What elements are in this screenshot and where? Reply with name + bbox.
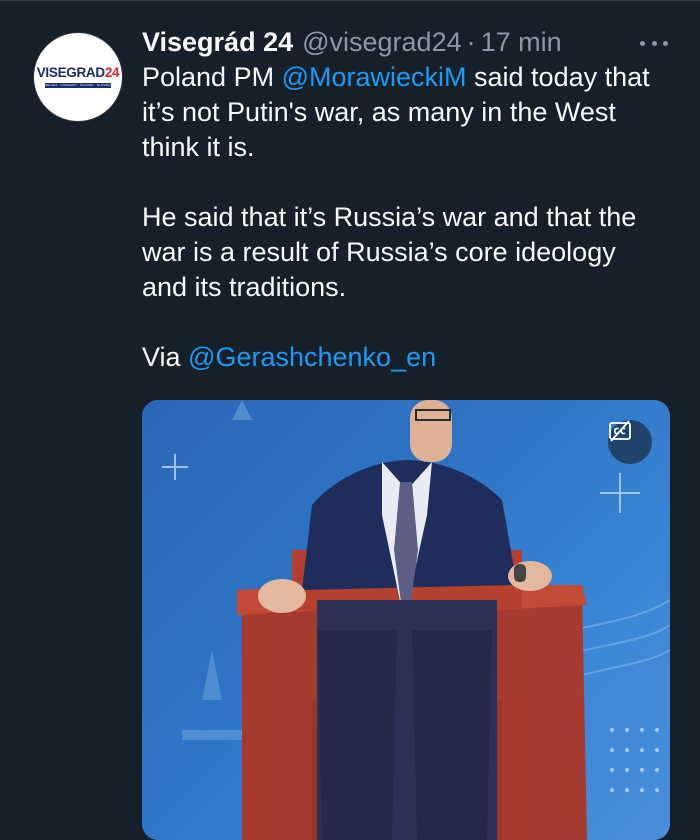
tweet[interactable]: VISEGRAD24 CZECHIA · HUNGARY · POLAND · … [0,0,700,840]
stage-logo-silhouette [182,650,242,740]
tweet-line: war is a result of Russia’s core ideolog… [142,237,616,267]
stage-dots [610,728,659,792]
video-player[interactable] [142,400,670,840]
mention-morawieckim[interactable]: @MorawieckiM [282,62,467,92]
more-dot [640,40,645,46]
more-dot [663,40,668,46]
avatar-logo-strip: CZECHIA · HUNGARY · POLAND · SLOVAKIA [42,83,114,88]
user-handle[interactable]: @visegrad24 [302,27,462,58]
avatar-logo-strip-text: CZECHIA · HUNGARY · POLAND · SLOVAKIA [42,83,114,87]
avatar-logo: VISEGRAD24 [37,66,120,80]
more-dot [651,40,657,46]
tweet-line: Poland PM @MorawieckiM said today that [142,60,682,95]
mention-gerashchenko-en[interactable]: @Gerashchenko_en [188,342,436,372]
tweet-line: it’s not Putin's war, as many in the Wes… [142,97,616,127]
via-prefix: Via [142,342,189,372]
tweet-line: and its traditions. [142,272,347,302]
tweet-line: Via @Gerashchenko_en [142,340,682,375]
tweet-line-1-suffix: said today that [466,62,650,92]
avatar[interactable]: VISEGRAD24 CZECHIA · HUNGARY · POLAND · … [33,32,123,122]
separator-dot: · [466,26,476,57]
video-frame [162,400,670,840]
avatar-logo-main: VISEGRAD [36,65,105,80]
stage-logo-silhouette [232,400,252,420]
tweet-line: think it is. [142,132,255,162]
tweet-line-1-prefix: Poland PM [142,62,282,92]
tweet-header: Visegrád 24 @visegrad24 · 17 min [142,22,562,62]
avatar-logo-accent: 24 [104,65,120,80]
closed-captions-off-icon [609,420,631,442]
closed-captions-button[interactable] [608,420,652,464]
timestamp[interactable]: 17 min [481,27,562,58]
tweet-text: Poland PM @MorawieckiM said today that i… [142,60,682,375]
more-options-icon[interactable] [634,29,674,57]
display-name[interactable]: Visegrád 24 [142,27,293,58]
tweet-line: He said that it’s Russia’s war and that … [142,202,637,232]
